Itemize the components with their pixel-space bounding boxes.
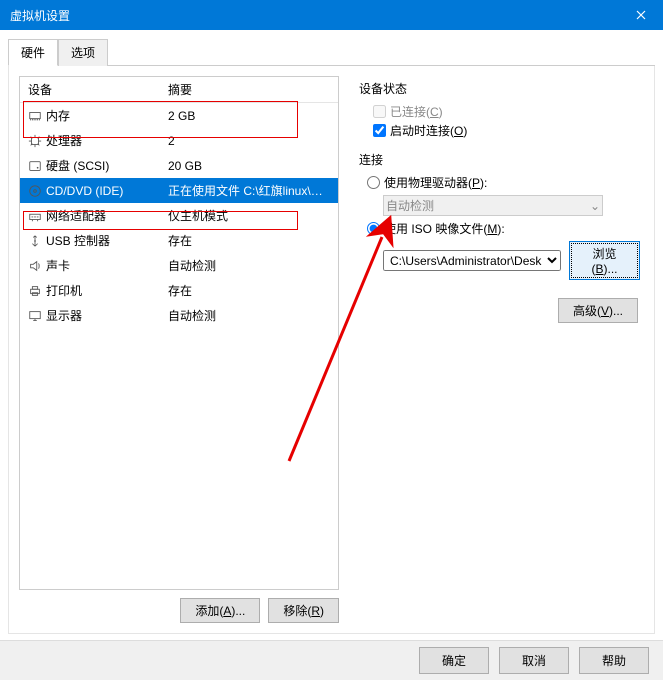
connected-checkbox-row[interactable]: 已连接(C) (373, 103, 640, 120)
hw-summary: 仅主机模式 (160, 205, 338, 226)
hw-summary: 存在 (160, 280, 338, 301)
hw-summary: 20 GB (160, 157, 338, 175)
display-icon (28, 309, 42, 323)
use-physical-radio-row[interactable]: 使用物理驱动器(P): (367, 174, 640, 191)
connect-label: 连接 (359, 151, 640, 168)
use-physical-radio[interactable] (367, 176, 380, 189)
hw-label: 声卡 (46, 257, 70, 274)
physical-drive-select-wrap: 自动检测 ⌄ (383, 195, 603, 216)
tab-hardware[interactable]: 硬件 (8, 39, 58, 66)
hw-summary: 自动检测 (160, 305, 338, 326)
right-panel: 设备状态 已连接(C) 启动时连接(O) 连接 使用物理驱动器(P): 自动检测… (349, 76, 644, 623)
footer: 确定 取消 帮助 (0, 640, 663, 680)
left-buttons: 添加(A)... 移除(R) (19, 598, 339, 623)
add-button[interactable]: 添加(A)... (180, 598, 260, 623)
printer-icon (28, 284, 42, 298)
poweron-checkbox[interactable] (373, 124, 386, 137)
hw-row-cpu[interactable]: 处理器 2 (20, 128, 338, 153)
net-icon (28, 209, 42, 223)
memory-icon (28, 109, 42, 123)
chevron-down-icon: ⌄ (590, 199, 600, 213)
left-panel: 设备 摘要 内存 2 GB 处理器 2 硬盘 (SCSI) 20 GB CD/DVD (ID… (19, 76, 339, 623)
connected-label: 已连接(C) (390, 103, 443, 120)
connected-checkbox (373, 105, 386, 118)
hw-label: 打印机 (46, 282, 82, 299)
hw-rows: 内存 2 GB 处理器 2 硬盘 (SCSI) 20 GB CD/DVD (IDE) 正在使用… (20, 103, 338, 328)
titlebar: 虚拟机设置 (0, 0, 663, 30)
hw-row-net[interactable]: 网络适配器 仅主机模式 (20, 203, 338, 228)
hw-header: 设备 摘要 (20, 77, 338, 103)
hw-row-printer[interactable]: 打印机 存在 (20, 278, 338, 303)
tab-body: 设备 摘要 内存 2 GB 处理器 2 硬盘 (SCSI) 20 GB CD/DVD (ID… (8, 66, 655, 634)
close-button[interactable] (618, 0, 663, 30)
col-summary: 摘要 (160, 77, 338, 102)
hardware-list: 设备 摘要 内存 2 GB 处理器 2 硬盘 (SCSI) 20 GB CD/DVD (ID… (19, 76, 339, 590)
hw-row-memory[interactable]: 内存 2 GB (20, 103, 338, 128)
cancel-button[interactable]: 取消 (499, 647, 569, 674)
cd-icon (28, 184, 42, 198)
hw-summary: 2 GB (160, 107, 338, 125)
poweron-label: 启动时连接(O) (390, 122, 467, 139)
hw-row-display[interactable]: 显示器 自动检测 (20, 303, 338, 328)
browse-button[interactable]: 浏览(B)... (569, 241, 640, 280)
hw-label: CD/DVD (IDE) (46, 184, 123, 198)
cpu-icon (28, 134, 42, 148)
hw-label: USB 控制器 (46, 232, 110, 249)
hw-row-usb[interactable]: USB 控制器 存在 (20, 228, 338, 253)
hw-summary: 正在使用文件 C:\红旗linux\红旗... (160, 180, 338, 201)
iso-path-select[interactable]: C:\Users\Administrator\Desk (383, 250, 561, 271)
status-label: 设备状态 (359, 80, 640, 97)
use-physical-label: 使用物理驱动器(P): (384, 174, 487, 191)
hw-label: 内存 (46, 107, 70, 124)
ok-button[interactable]: 确定 (419, 647, 489, 674)
col-device: 设备 (20, 77, 160, 102)
usb-icon (28, 234, 42, 248)
hw-summary: 2 (160, 132, 338, 150)
hw-row-sound[interactable]: 声卡 自动检测 (20, 253, 338, 278)
hw-summary: 自动检测 (160, 255, 338, 276)
physical-drive-select: 自动检测 ⌄ (383, 195, 603, 216)
content: 硬件 选项 设备 摘要 内存 2 GB 处理器 2 硬盘 (SCSI) 20 GB CD/D… (0, 30, 663, 640)
tab-options[interactable]: 选项 (58, 39, 108, 66)
use-iso-radio-row[interactable]: 使用 ISO 映像文件(M): (367, 220, 640, 237)
hw-label: 硬盘 (SCSI) (46, 157, 109, 174)
hw-label: 网络适配器 (46, 207, 106, 224)
iso-row: C:\Users\Administrator\Desk 浏览(B)... (383, 241, 640, 280)
hw-summary: 存在 (160, 230, 338, 251)
hw-row-cd[interactable]: CD/DVD (IDE) 正在使用文件 C:\红旗linux\红旗... (20, 178, 338, 203)
help-button[interactable]: 帮助 (579, 647, 649, 674)
remove-button[interactable]: 移除(R) (268, 598, 339, 623)
hw-label: 显示器 (46, 307, 82, 324)
tabs: 硬件 选项 (8, 38, 655, 66)
hw-row-disk[interactable]: 硬盘 (SCSI) 20 GB (20, 153, 338, 178)
use-iso-label: 使用 ISO 映像文件(M): (384, 220, 505, 237)
hw-label: 处理器 (46, 132, 82, 149)
sound-icon (28, 259, 42, 273)
use-iso-radio[interactable] (367, 222, 380, 235)
disk-icon (28, 159, 42, 173)
poweron-checkbox-row[interactable]: 启动时连接(O) (373, 122, 640, 139)
window-title: 虚拟机设置 (10, 7, 70, 24)
advanced-button[interactable]: 高级(V)... (558, 298, 638, 323)
advanced-row: 高级(V)... (359, 298, 640, 323)
